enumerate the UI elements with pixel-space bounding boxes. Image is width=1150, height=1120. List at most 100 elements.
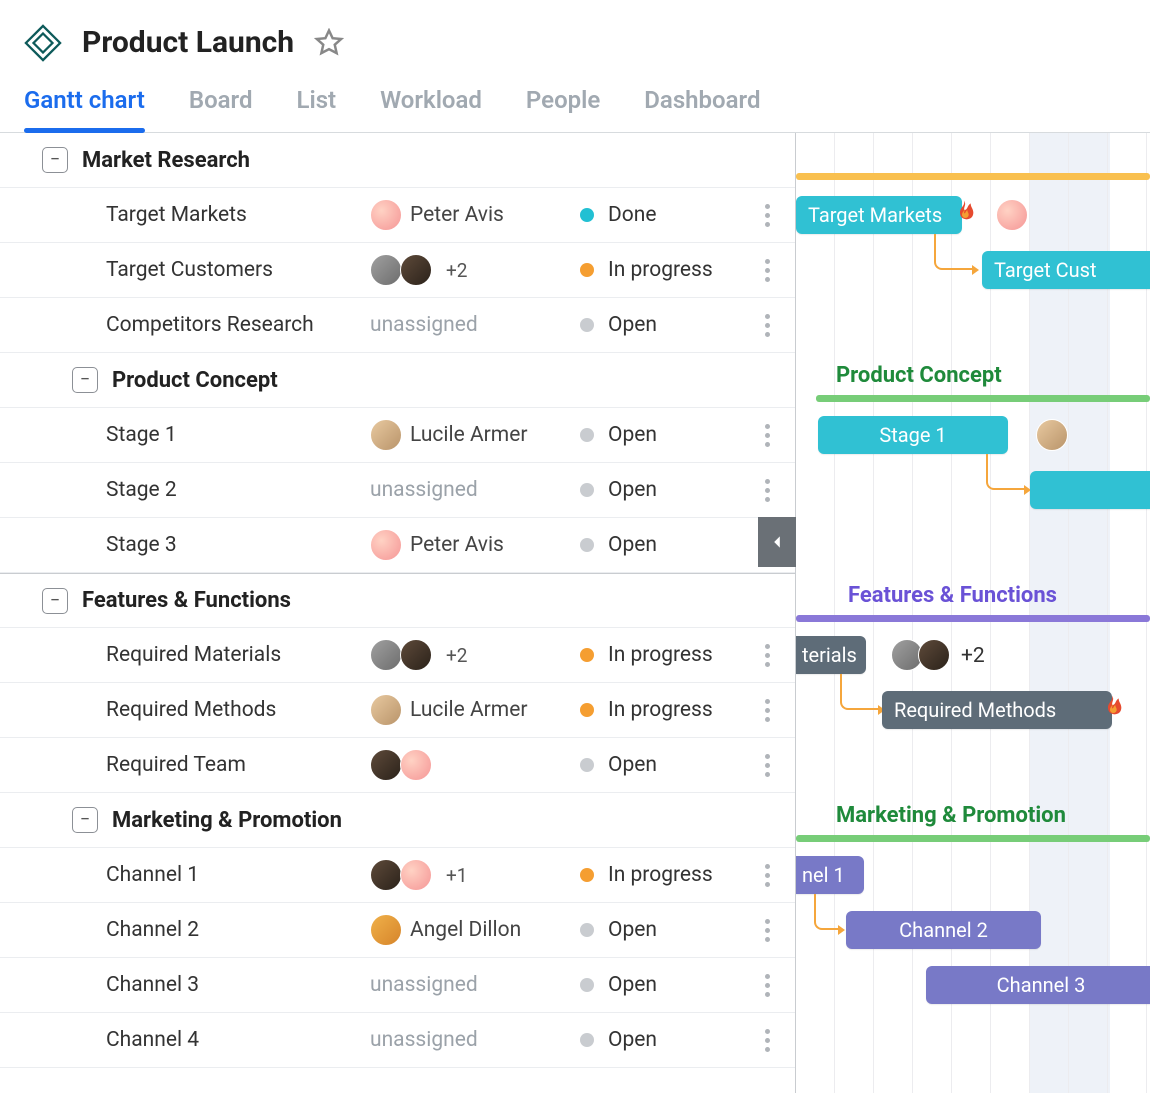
status-cell[interactable]: Open (580, 753, 740, 777)
row-menu-icon[interactable] (755, 919, 779, 942)
collapse-toggle[interactable]: − (42, 147, 68, 173)
task-row-channel3[interactable]: Channel 3 unassigned Open (0, 958, 795, 1013)
gantt-bar-stage2[interactable] (1030, 471, 1150, 509)
avatar-icon (400, 254, 432, 286)
task-row-channel1[interactable]: Channel 1 +1 In progress (0, 848, 795, 903)
tab-workload[interactable]: Workload (380, 80, 482, 132)
row-menu-icon[interactable] (755, 204, 779, 227)
group-bar-features-functions[interactable] (796, 615, 1150, 622)
group-row-market-research[interactable]: − Market Research (0, 133, 795, 188)
collapse-toggle[interactable]: − (72, 807, 98, 833)
gantt-bar-stage1[interactable]: Stage 1 (818, 416, 1008, 454)
status-cell[interactable]: Open (580, 918, 740, 942)
status-cell[interactable]: Open (580, 478, 740, 502)
gantt-bar-required-materials[interactable]: terials (796, 636, 866, 674)
group-row-features-functions[interactable]: − Features & Functions (0, 573, 795, 628)
task-row-stage1[interactable]: Stage 1 Lucile Armer Open (0, 408, 795, 463)
assignee-cell[interactable]: Angel Dillon (370, 914, 580, 946)
view-tabs: Gantt chart Board List Workload People D… (0, 80, 1150, 133)
assignee-cell[interactable]: unassigned (370, 973, 580, 997)
task-row-channel2[interactable]: Channel 2 Angel Dillon Open (0, 903, 795, 958)
task-row-channel4[interactable]: Channel 4 unassigned Open (0, 1013, 795, 1068)
gantt-bar-target-markets[interactable]: Target Markets (796, 196, 962, 234)
status-dot-open-icon (580, 538, 594, 552)
status-dot-open-icon (580, 758, 594, 772)
assignee-cell[interactable]: unassigned (370, 478, 580, 502)
assignee-cell[interactable]: Peter Avis (370, 199, 580, 231)
extra-count: +2 (446, 644, 467, 667)
task-name: Target Markets (106, 203, 370, 227)
gantt-panel[interactable]: Target Markets Target Cust Pr (796, 133, 1150, 1093)
task-row-stage2[interactable]: Stage 2 unassigned Open (0, 463, 795, 518)
gantt-bar-channel3[interactable]: Channel 3 (926, 966, 1150, 1004)
assignee-cell[interactable] (370, 749, 580, 781)
group-bar-product-concept[interactable] (816, 395, 1150, 402)
assignee-cell[interactable]: Lucile Armer (370, 694, 580, 726)
task-row-required-team[interactable]: Required Team Open (0, 738, 795, 793)
status-cell[interactable]: In progress (580, 643, 740, 667)
status-cell[interactable]: Open (580, 973, 740, 997)
tab-list[interactable]: List (296, 80, 336, 132)
gantt-bar-label: Target Markets (808, 203, 942, 227)
panel-collapse-handle[interactable] (758, 517, 796, 567)
row-menu-icon[interactable] (755, 699, 779, 722)
row-menu-icon[interactable] (755, 974, 779, 997)
row-menu-icon[interactable] (755, 864, 779, 887)
row-menu-icon[interactable] (755, 644, 779, 667)
status-cell[interactable]: Open (580, 423, 740, 447)
gantt-bar-required-methods[interactable]: Required Methods (882, 691, 1112, 729)
task-row-target-customers[interactable]: Target Customers +2 In progress (0, 243, 795, 298)
status-cell[interactable]: Open (580, 313, 740, 337)
assignee-cell[interactable]: unassigned (370, 313, 580, 337)
task-row-target-markets[interactable]: Target Markets Peter Avis Done (0, 188, 795, 243)
collapse-toggle[interactable]: − (42, 588, 68, 614)
avatar-icon (370, 419, 402, 451)
assignee-cell[interactable]: +1 (370, 859, 580, 891)
row-menu-icon[interactable] (755, 259, 779, 282)
assignee-cell[interactable]: Peter Avis (370, 529, 580, 561)
gantt-bar-channel2[interactable]: Channel 2 (846, 911, 1041, 949)
assignee-cell[interactable]: +2 (370, 254, 580, 286)
assignee-cell[interactable]: +2 (370, 639, 580, 671)
task-row-required-materials[interactable]: Required Materials +2 In progress (0, 628, 795, 683)
row-menu-icon[interactable] (755, 314, 779, 337)
status-cell[interactable]: In progress (580, 863, 740, 887)
extra-count: +2 (446, 259, 467, 282)
status-label: In progress (608, 863, 713, 887)
status-label: In progress (608, 258, 713, 282)
group-row-marketing-promotion[interactable]: − Marketing & Promotion (0, 793, 795, 848)
gantt-bar-target-customers[interactable]: Target Cust (982, 251, 1150, 289)
task-name: Channel 4 (106, 1028, 370, 1052)
group-bar-marketing-promotion[interactable] (796, 835, 1150, 842)
status-dot-progress-icon (580, 263, 594, 277)
fire-icon (1096, 693, 1128, 725)
status-cell[interactable]: In progress (580, 258, 740, 282)
gantt-bar-label: Channel 3 (997, 973, 1086, 997)
row-menu-icon[interactable] (755, 754, 779, 777)
task-row-required-methods[interactable]: Required Methods Lucile Armer In progres… (0, 683, 795, 738)
tab-dashboard[interactable]: Dashboard (644, 80, 760, 132)
group-row-product-concept[interactable]: − Product Concept (0, 353, 795, 408)
row-menu-icon[interactable] (755, 479, 779, 502)
status-label: In progress (608, 698, 713, 722)
status-cell[interactable]: Open (580, 1028, 740, 1052)
row-menu-icon[interactable] (755, 424, 779, 447)
tab-board[interactable]: Board (189, 80, 253, 132)
assignee-cell[interactable]: unassigned (370, 1028, 580, 1052)
star-icon[interactable] (314, 28, 344, 58)
tab-people[interactable]: People (526, 80, 600, 132)
collapse-toggle[interactable]: − (72, 367, 98, 393)
status-cell[interactable]: In progress (580, 698, 740, 722)
row-menu-icon[interactable] (755, 1029, 779, 1052)
gantt-bar-channel1[interactable]: nel 1 (796, 856, 864, 894)
avatar-icon (370, 914, 402, 946)
group-bar-market-research[interactable] (796, 173, 1150, 180)
assignee-cell[interactable]: Lucile Armer (370, 419, 580, 451)
status-cell[interactable]: Done (580, 203, 740, 227)
gantt-rows: Target Markets Target Cust Pr (796, 133, 1150, 1013)
task-row-competitors-research[interactable]: Competitors Research unassigned Open (0, 298, 795, 353)
avatar-icon (370, 199, 402, 231)
status-cell[interactable]: Open (580, 533, 740, 557)
task-row-stage3[interactable]: Stage 3 Peter Avis Open (0, 518, 795, 573)
tab-gantt-chart[interactable]: Gantt chart (24, 80, 145, 132)
